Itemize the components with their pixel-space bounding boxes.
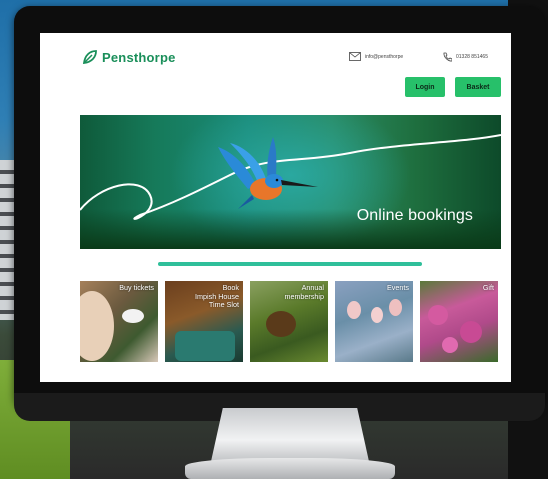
hero-banner: Online bookings [80, 115, 501, 249]
section-divider [158, 262, 422, 266]
site-logo[interactable]: Pensthorpe [82, 49, 176, 65]
website-screen: Pensthorpe info@pensthorpe 01328 851465 … [40, 33, 511, 382]
phone-contact[interactable]: 01328 851465 [443, 52, 488, 62]
leaf-logo-icon [82, 50, 97, 65]
tile-label: Buy tickets [119, 283, 154, 292]
kingfisher-image [218, 137, 318, 209]
phone-text: 01328 851465 [456, 54, 488, 60]
tile-book-time-slot[interactable]: Book Impish House Time Slot [165, 281, 243, 362]
tile-label: Annual membership [284, 283, 324, 301]
envelope-icon [349, 52, 361, 61]
logo-text: Pensthorpe [102, 49, 176, 65]
tile-label: Gift [482, 283, 494, 292]
monitor-stand-base [185, 458, 395, 479]
tile-events[interactable]: Events [335, 281, 413, 362]
tile-annual-membership[interactable]: Annual membership [250, 281, 328, 362]
booking-tiles: Buy tickets Book Impish House Time Slot … [80, 281, 498, 362]
tile-label: Book Impish House Time Slot [195, 283, 239, 309]
tile-label: Events [387, 283, 409, 292]
email-contact[interactable]: info@pensthorpe [349, 52, 403, 61]
login-button[interactable]: Login [405, 77, 445, 97]
hero-title: Online bookings [356, 207, 473, 224]
basket-button[interactable]: Basket [455, 77, 501, 97]
tile-gift[interactable]: Gift [420, 281, 498, 362]
phone-icon [443, 52, 452, 62]
email-text: info@pensthorpe [365, 53, 404, 60]
tile-buy-tickets[interactable]: Buy tickets [80, 281, 158, 362]
